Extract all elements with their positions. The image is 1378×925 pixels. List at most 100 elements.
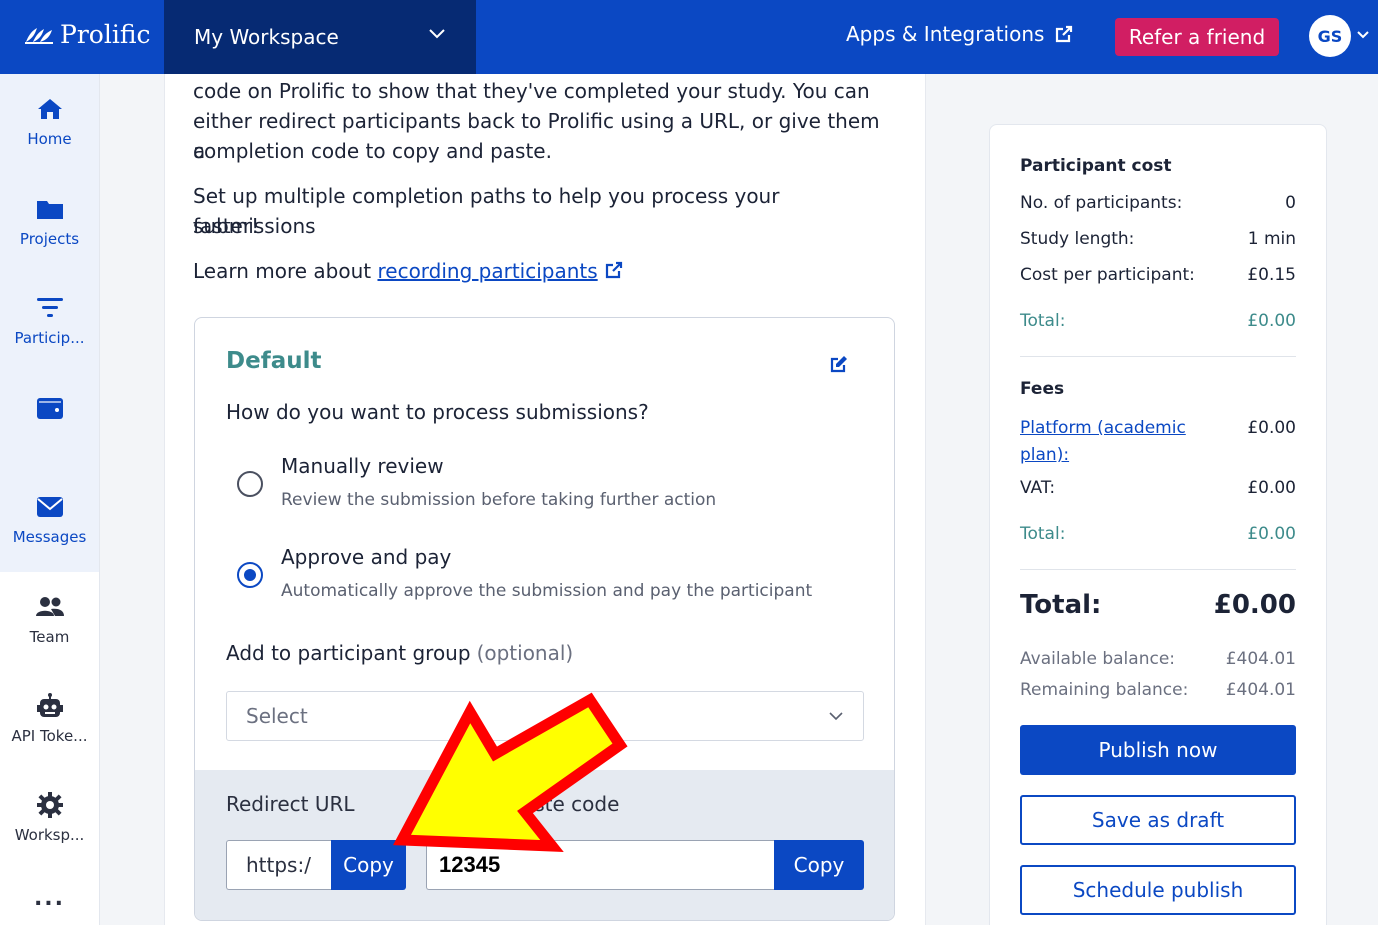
folder-icon (36, 201, 63, 219)
approve-pay-radio[interactable] (237, 562, 263, 588)
sidebar-item-team[interactable]: Team (0, 594, 99, 646)
learn-more: Learn more about recording participants (193, 256, 893, 286)
process-question: How do you want to process submissions? (226, 400, 649, 424)
option-description: Automatically approve the submission and… (281, 581, 813, 601)
row-label: Cost per participant: (1020, 265, 1195, 285)
publish-now-button[interactable]: Publish now (1020, 725, 1296, 775)
chevron-down-icon (829, 712, 843, 721)
row-label: Remaining balance: (1020, 680, 1189, 700)
participant-group-label: Add to participant group (optional) (226, 641, 573, 665)
row-value: £0.00 (1213, 590, 1296, 620)
path-title: Default (226, 348, 322, 374)
platform-fee-link[interactable]: Platform (academic plan): (1020, 415, 1186, 469)
annotation-arrow-icon (393, 692, 628, 852)
participant-cost-heading: Participant cost (1020, 156, 1172, 176)
sidebar-item-workspace[interactable]: Worksp... (0, 792, 99, 844)
cost-row: Cost per participant: £0.15 (1020, 265, 1296, 285)
sidebar-item-wallet[interactable] (0, 395, 99, 429)
row-value: £404.01 (1225, 680, 1296, 700)
platform-label-1: Platform (academic (1020, 418, 1186, 438)
apps-integrations-link[interactable]: Apps & Integrations (846, 22, 1074, 46)
external-link-icon[interactable] (604, 260, 624, 280)
option-title[interactable]: Approve and pay (281, 545, 451, 569)
row-label: VAT: (1020, 478, 1056, 498)
envelope-icon (36, 497, 63, 517)
prolific-logo[interactable]: Prolific (24, 20, 151, 49)
divider (1020, 569, 1296, 570)
row-value: £0.00 (1247, 478, 1296, 498)
more-icon[interactable]: ... (0, 886, 99, 911)
intro-text-1: code on Prolific to show that they've co… (193, 79, 870, 103)
recording-participants-link[interactable]: recording participants (377, 259, 597, 283)
participant-total-row: Total: £0.00 (1020, 311, 1296, 331)
redirect-url-label: Redirect URL (226, 792, 355, 816)
option-description: Review the submission before taking furt… (281, 490, 717, 510)
robot-icon (36, 693, 63, 717)
learn-more-prefix: Learn more about (193, 259, 378, 283)
remaining-balance-row: Remaining balance: £404.01 (1020, 680, 1296, 700)
fees-total-row: Total: £0.00 (1020, 524, 1296, 544)
sidebar-item-messages[interactable]: Messages (0, 494, 99, 546)
cost-row: Study length: 1 min (1020, 229, 1296, 249)
grand-total-row: Total: £0.00 (1020, 590, 1296, 620)
row-value: 0 (1285, 193, 1296, 213)
sidebar-item-home[interactable]: Home (0, 96, 99, 148)
platform-fee-row: Platform (academic plan): £0.00 (1020, 415, 1296, 469)
divider (1020, 356, 1296, 357)
avatar[interactable]: GS (1309, 15, 1351, 57)
row-label: Total: (1020, 524, 1066, 544)
row-label: Available balance: (1020, 649, 1176, 669)
vat-row: VAT: £0.00 (1020, 478, 1296, 498)
option-title[interactable]: Manually review (281, 454, 444, 478)
row-label: Study length: (1020, 229, 1135, 249)
top-bar: Prolific My Workspace Apps & Integration… (0, 0, 1378, 74)
sidebar-item-label: Projects (19, 230, 80, 248)
row-value: £0.15 (1247, 265, 1296, 285)
schedule-publish-button[interactable]: Schedule publish (1020, 865, 1296, 915)
redirect-url-field[interactable]: https:/ (226, 840, 332, 890)
gear-icon (36, 792, 63, 818)
row-value: £0.00 (1247, 418, 1296, 438)
prolific-leaf-icon (25, 27, 53, 44)
group-label-text: Add to participant group (226, 641, 471, 665)
workspace-name: My Workspace (194, 25, 339, 49)
chevron-down-icon (429, 29, 445, 39)
sidebar-item-projects[interactable]: Projects (0, 196, 99, 248)
copy-code-button[interactable]: Copy (774, 840, 864, 890)
sidebar-item-label: API Toke... (11, 727, 88, 745)
save-draft-button[interactable]: Save as draft (1020, 795, 1296, 845)
sidebar-item-label: Particip... (14, 329, 85, 347)
multi-path-text-2: faster! (193, 214, 260, 238)
apps-label: Apps & Integrations (846, 22, 1045, 46)
sidebar: Home Projects Particip... Messages Team … (0, 74, 100, 925)
edit-icon[interactable] (829, 354, 849, 374)
row-value: £0.00 (1247, 524, 1296, 544)
brand-name: Prolific (60, 20, 151, 49)
home-icon (37, 99, 62, 119)
row-label: Total: (1020, 590, 1102, 620)
platform-label-2: plan): (1020, 445, 1070, 465)
sidebar-item-label: Messages (12, 528, 87, 546)
refer-friend-button[interactable]: Refer a friend (1115, 18, 1279, 56)
workspace-switcher[interactable]: My Workspace (164, 0, 476, 74)
filter-icon (36, 298, 63, 317)
users-icon (35, 597, 64, 616)
wallet-icon (36, 398, 63, 419)
manual-review-radio[interactable] (237, 471, 263, 497)
chevron-down-icon[interactable] (1356, 30, 1370, 40)
row-label: No. of participants: (1020, 193, 1183, 213)
row-value: £404.01 (1225, 649, 1296, 669)
sidebar-item-participants[interactable]: Particip... (0, 295, 99, 347)
sidebar-item-api-tokens[interactable]: API Toke... (0, 693, 99, 745)
row-value: £0.00 (1247, 311, 1296, 331)
intro-text-3: completion code to copy and paste. (193, 139, 552, 163)
sidebar-item-label: Home (27, 130, 72, 148)
select-placeholder: Select (246, 704, 308, 728)
sidebar-item-label: Team (29, 628, 70, 646)
cost-row: No. of participants: 0 (1020, 193, 1296, 213)
available-balance-row: Available balance: £404.01 (1020, 649, 1296, 669)
row-value: 1 min (1247, 229, 1296, 249)
sidebar-item-label: Worksp... (14, 826, 85, 844)
row-label: Total: (1020, 311, 1066, 331)
external-link-icon (1056, 25, 1073, 43)
